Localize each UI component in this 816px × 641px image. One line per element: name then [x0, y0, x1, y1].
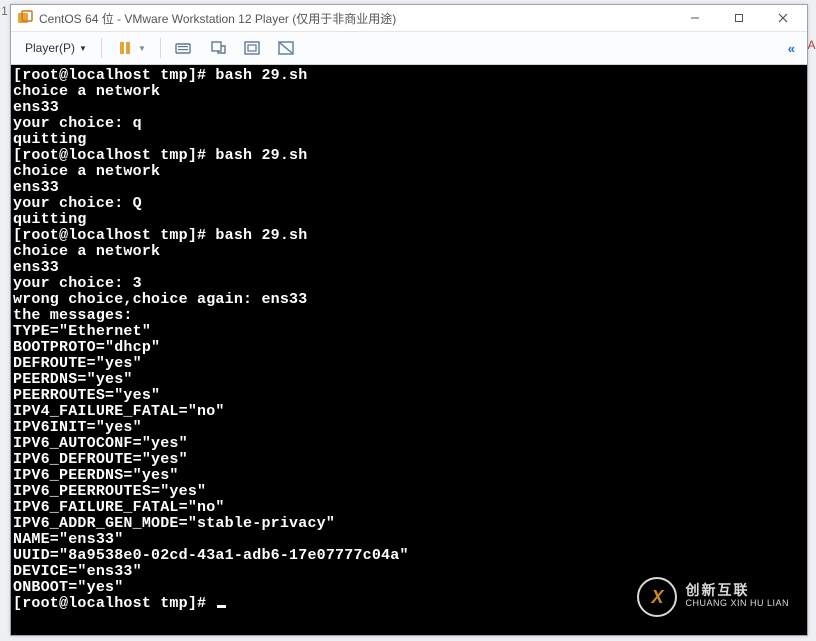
keyboard-icon [175, 39, 193, 57]
separator [160, 38, 161, 58]
maximize-button[interactable] [717, 5, 761, 31]
gutter-right-letter: A [807, 38, 816, 58]
cursor-icon [217, 605, 226, 608]
terminal-prompt: [root@localhost tmp]# [13, 595, 215, 612]
chevron-down-icon: ▼ [138, 44, 146, 53]
collapse-toolbar-button[interactable]: « [782, 41, 801, 56]
separator [101, 38, 102, 58]
chevron-down-icon: ▼ [79, 44, 87, 53]
pause-icon [116, 39, 134, 57]
toolbar: Player(P) ▼ ▼ [11, 31, 807, 65]
player-menu-label: Player(P) [25, 41, 75, 55]
pause-button[interactable]: ▼ [108, 36, 154, 60]
unity-icon [277, 39, 295, 57]
terminal-output[interactable]: [root@localhost tmp]# bash 29.sh choice … [11, 65, 807, 635]
player-menu-button[interactable]: Player(P) ▼ [17, 36, 95, 60]
titlebar[interactable]: CentOS 64 位 - VMware Workstation 12 Play… [11, 5, 807, 31]
chevron-left-double-icon: « [788, 41, 795, 56]
minimize-button[interactable] [673, 5, 717, 31]
gutter-left-number: 1 [0, 4, 9, 24]
unity-button[interactable] [269, 36, 303, 60]
fullscreen-icon [243, 39, 261, 57]
devices-icon [209, 39, 227, 57]
vmware-icon [17, 10, 33, 26]
vmware-window: CentOS 64 位 - VMware Workstation 12 Play… [10, 4, 808, 636]
fullscreen-button[interactable] [235, 36, 269, 60]
cycle-devices-button[interactable] [201, 36, 235, 60]
send-ctrl-alt-del-button[interactable] [167, 36, 201, 60]
close-button[interactable] [761, 5, 805, 31]
window-title: CentOS 64 位 - VMware Workstation 12 Play… [39, 10, 673, 27]
